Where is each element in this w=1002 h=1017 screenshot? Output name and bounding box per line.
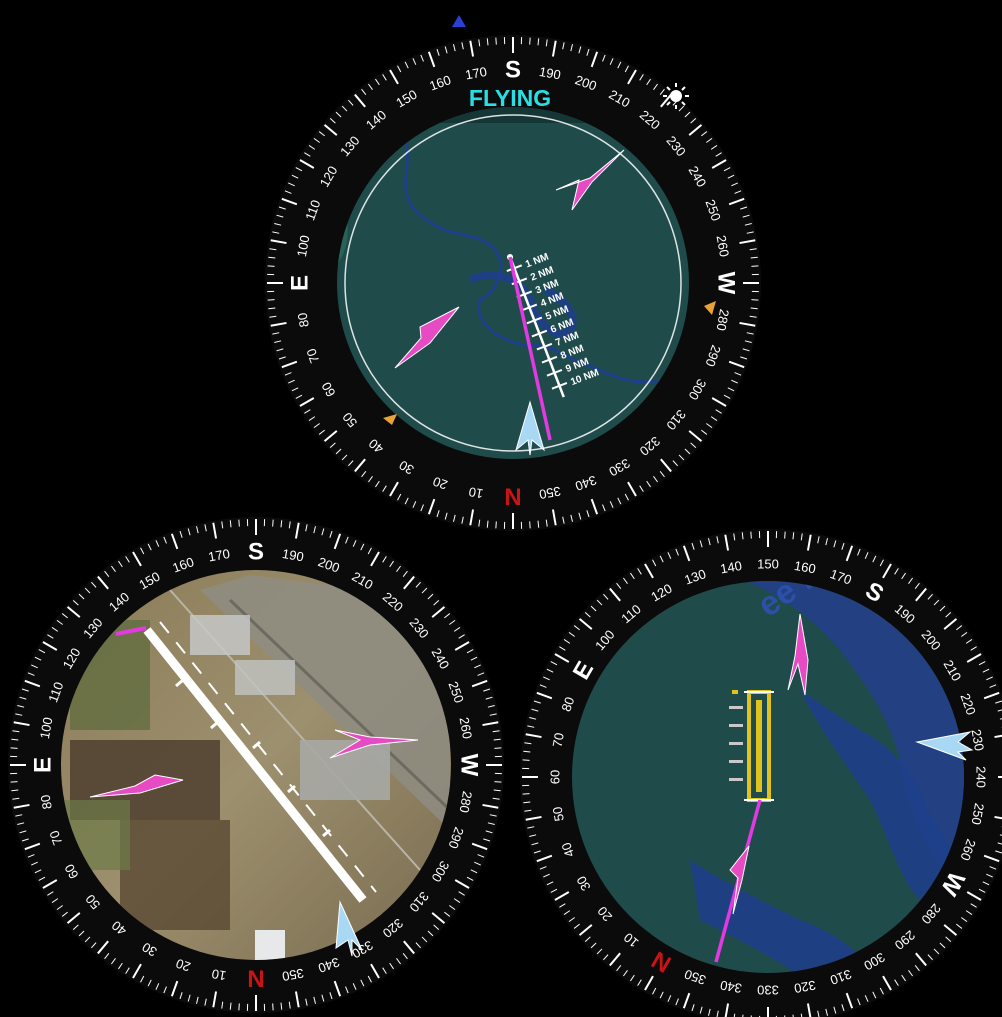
top-compass: N1020304050607080E100110120130140150160 1…	[265, 15, 761, 531]
right-compass: ee River N1020304050607080E1001101201301…	[520, 529, 1002, 1017]
flight-status-label: FLYING	[469, 85, 551, 111]
top-north-label: N	[504, 483, 521, 510]
right-degree-label: 50	[550, 806, 567, 823]
compass-display: N1020304050607080E100110120130140150160 1…	[8, 15, 1002, 1017]
top-south-label: S	[505, 57, 521, 84]
right-degree-label: 70	[550, 732, 567, 749]
left-north-label: N	[247, 965, 264, 992]
left-south-label: S	[248, 539, 264, 566]
left-degree-label: 80	[38, 794, 55, 811]
right-degree-label: 330	[757, 983, 779, 998]
left-west-label: W	[456, 754, 483, 777]
top-east-label: E	[287, 275, 314, 291]
left-east-label: E	[30, 757, 57, 773]
blue-bearing-bug-icon	[452, 15, 466, 27]
right-degree-label: 150	[757, 557, 779, 572]
right-degree-label: 240	[974, 766, 989, 788]
top-west-label: W	[713, 272, 740, 295]
left-compass: N1020304050607080E100110120130140150160 1…	[8, 517, 504, 1013]
top-degree-label: 10	[468, 484, 485, 501]
top-degree-label: 80	[295, 312, 312, 329]
right-degree-label: 60	[548, 770, 563, 784]
left-degree-label: 10	[211, 966, 228, 983]
